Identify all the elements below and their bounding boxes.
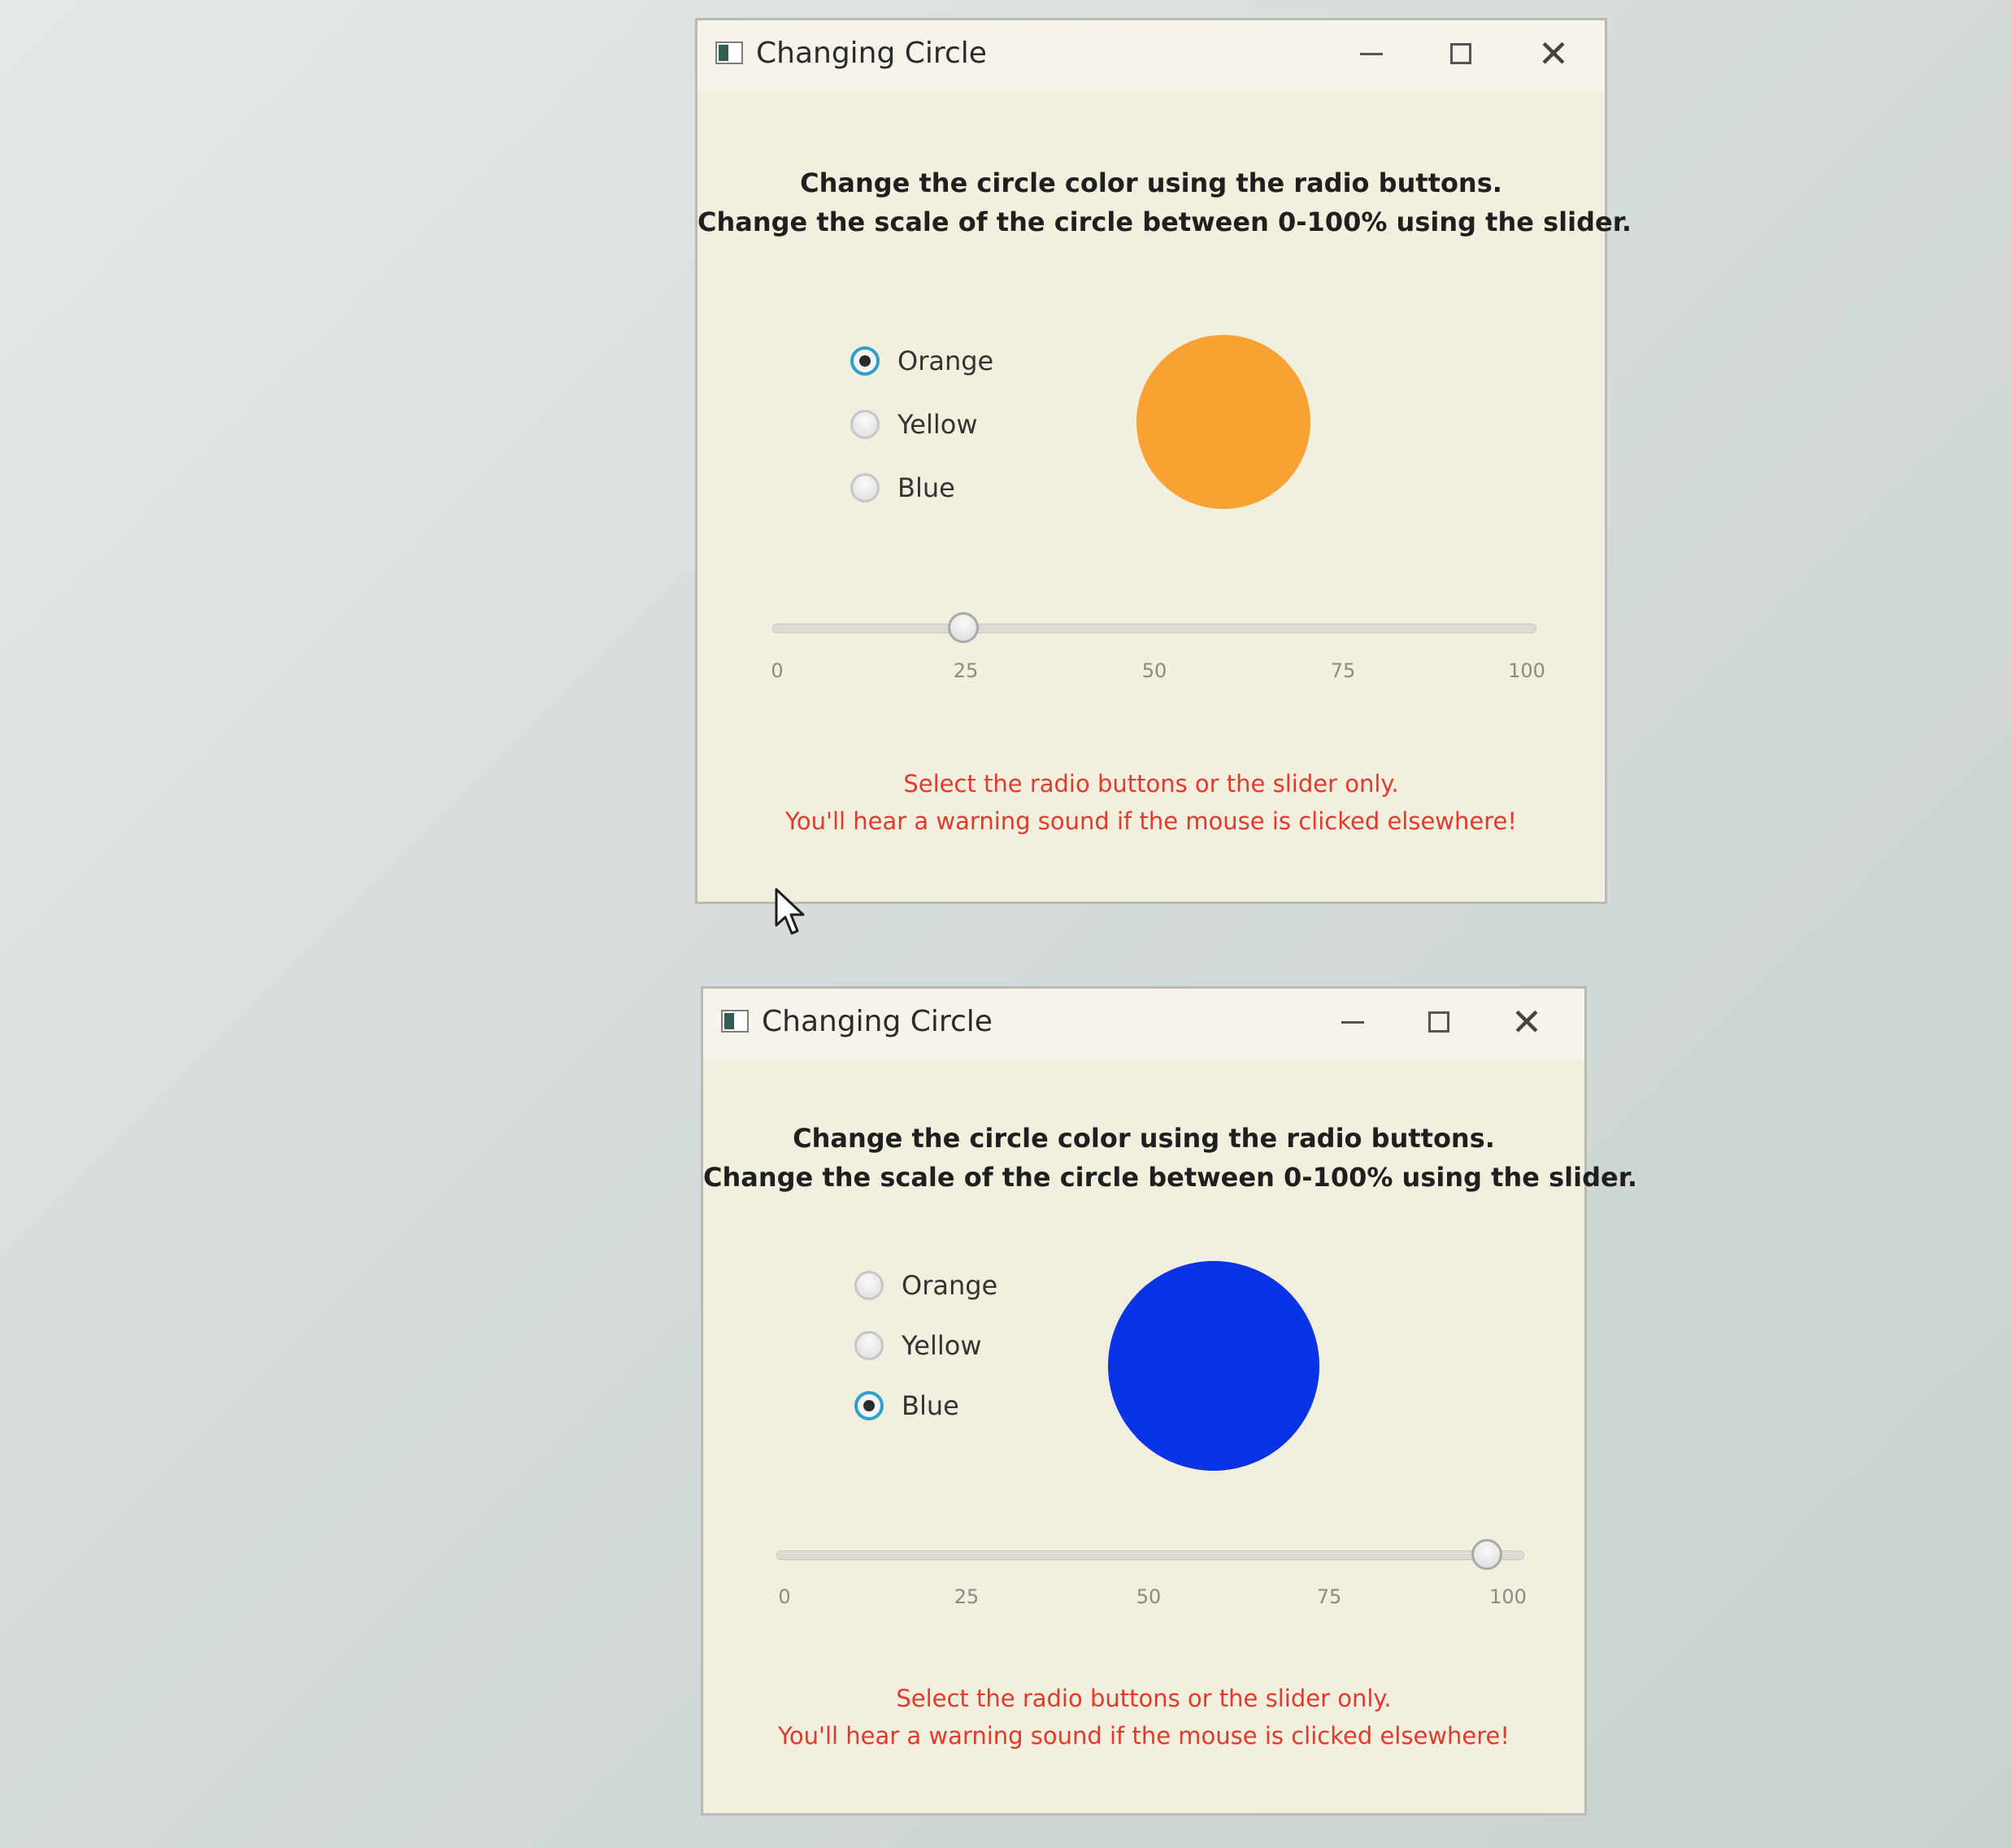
scale-slider[interactable] <box>776 1539 1524 1572</box>
radio-label-yellow: Yellow <box>897 409 978 440</box>
color-radio-group: Orange Yellow Blue <box>854 1257 997 1434</box>
scale-slider[interactable] <box>772 612 1536 645</box>
radio-blue[interactable]: Blue <box>854 1377 997 1434</box>
warning-line-1: Select the radio buttons or the slider o… <box>903 770 1399 798</box>
radio-orange[interactable]: Orange <box>850 333 993 389</box>
radio-button-yellow[interactable] <box>854 1331 884 1360</box>
slider-tick-25: 25 <box>954 1585 980 1608</box>
close-button[interactable]: ✕ <box>1525 32 1582 76</box>
warning-message: Select the radio buttons or the slider o… <box>703 1680 1584 1755</box>
radio-yellow[interactable]: Yellow <box>850 396 993 453</box>
radio-button-blue[interactable] <box>850 473 880 502</box>
instructions-line-1: Change the circle color using the radio … <box>800 167 1502 198</box>
close-icon: ✕ <box>1537 32 1570 76</box>
radio-label-orange: Orange <box>902 1270 998 1301</box>
instructions: Change the circle color using the radio … <box>703 1119 1638 1197</box>
slider-tick-75: 75 <box>1316 1585 1342 1608</box>
window-app-icon <box>715 41 743 64</box>
instructions-line-2: Change the scale of the circle between 0… <box>697 207 1632 237</box>
slider-thumb[interactable] <box>1471 1539 1502 1570</box>
close-icon: ✕ <box>1510 1000 1543 1044</box>
color-circle <box>1136 335 1310 509</box>
warning-line-1: Select the radio buttons or the slider o… <box>896 1685 1392 1712</box>
window-app-icon <box>721 1010 749 1033</box>
color-circle <box>1108 1261 1319 1471</box>
maximize-button[interactable] <box>1432 32 1489 76</box>
color-radio-group: Orange Yellow Blue <box>850 333 993 516</box>
slider-tick-50: 50 <box>1136 1585 1162 1608</box>
warning-line-2: You'll hear a warning sound if the mouse… <box>785 807 1517 835</box>
slider-tick-0: 0 <box>771 659 784 682</box>
warning-line-2: You'll hear a warning sound if the mouse… <box>778 1722 1510 1750</box>
slider-tick-0: 0 <box>778 1585 791 1608</box>
title-bar[interactable]: Changing Circle ✕ <box>697 20 1605 92</box>
minimize-button[interactable] <box>1343 32 1400 76</box>
slider-track[interactable] <box>772 624 1536 633</box>
radio-button-yellow[interactable] <box>850 410 880 439</box>
warning-message: Select the radio buttons or the slider o… <box>697 765 1605 840</box>
instructions: Change the circle color using the radio … <box>697 163 1632 241</box>
close-button[interactable]: ✕ <box>1498 1000 1555 1044</box>
slider-tick-100: 100 <box>1489 1585 1527 1608</box>
instructions-line-2: Change the scale of the circle between 0… <box>703 1162 1638 1193</box>
maximize-button[interactable] <box>1410 1000 1467 1044</box>
slider-tick-25: 25 <box>953 659 979 682</box>
minimize-icon <box>1360 52 1383 55</box>
radio-button-orange[interactable] <box>850 346 880 376</box>
radio-label-blue: Blue <box>897 472 955 503</box>
radio-label-orange: Orange <box>897 346 994 376</box>
instructions-line-1: Change the circle color using the radio … <box>793 1123 1495 1154</box>
radio-button-orange[interactable] <box>854 1271 884 1300</box>
window-title: Changing Circle <box>762 1005 993 1038</box>
slider-tick-75: 75 <box>1330 659 1356 682</box>
title-bar[interactable]: Changing Circle ✕ <box>703 989 1584 1060</box>
slider-tick-100: 100 <box>1508 659 1545 682</box>
minimize-button[interactable] <box>1324 1000 1381 1044</box>
radio-yellow[interactable]: Yellow <box>854 1317 997 1374</box>
radio-blue[interactable]: Blue <box>850 459 993 516</box>
slider-thumb[interactable] <box>948 612 979 643</box>
minimize-icon <box>1341 1020 1364 1024</box>
radio-label-yellow: Yellow <box>902 1330 982 1361</box>
changing-circle-window-2: Changing Circle ✕ Change the circle colo… <box>701 986 1638 1815</box>
window-title: Changing Circle <box>756 37 987 70</box>
radio-label-blue: Blue <box>902 1390 959 1421</box>
mouse-cursor-icon <box>775 888 805 935</box>
maximize-icon <box>1450 43 1471 64</box>
changing-circle-window-1: Changing Circle ✕ Change the circle colo… <box>695 18 1632 904</box>
radio-orange[interactable]: Orange <box>854 1257 997 1314</box>
maximize-icon <box>1428 1011 1449 1033</box>
slider-tick-50: 50 <box>1141 659 1167 682</box>
radio-button-blue[interactable] <box>854 1391 884 1420</box>
slider-track[interactable] <box>776 1550 1524 1560</box>
